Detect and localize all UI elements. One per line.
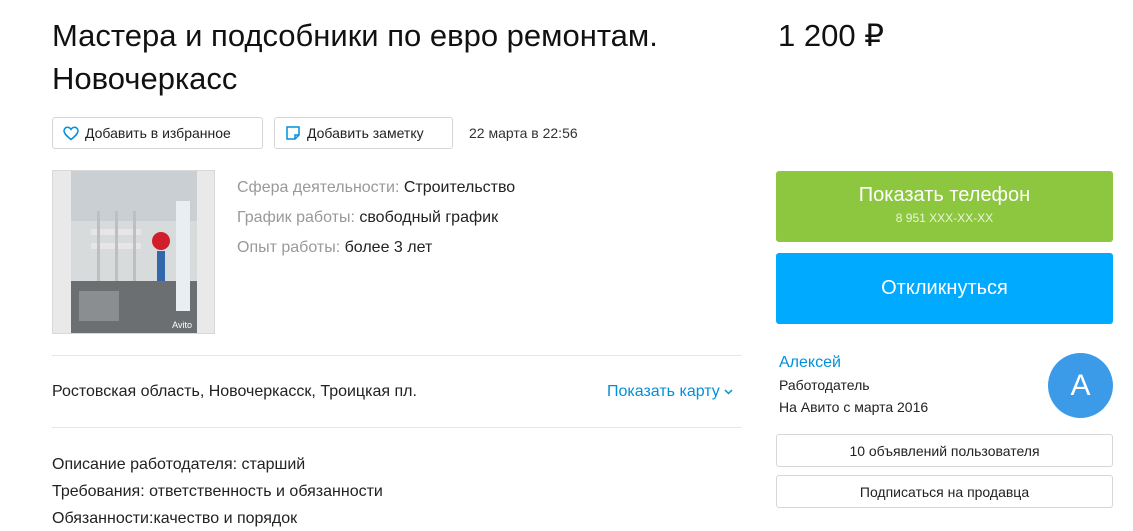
add-note-button[interactable]: Добавить заметку <box>274 117 453 149</box>
add-note-label: Добавить заметку <box>307 125 424 141</box>
attribute-row: Сфера деятельности: Строительство <box>237 173 515 203</box>
attribute-value: более 3 лет <box>344 239 433 256</box>
attribute-value: свободный график <box>359 209 499 226</box>
description-line: Требования: ответственность и обязанност… <box>52 483 383 500</box>
divider <box>52 427 742 428</box>
add-to-favorites-label: Добавить в избранное <box>85 125 231 141</box>
listing-address: Ростовская область, Новочеркасск, Троицк… <box>52 383 417 400</box>
show-phone-button[interactable]: Показать телефон 8 951 XXX-XX-XX <box>776 171 1113 242</box>
respond-button[interactable]: Откликнуться <box>776 253 1113 324</box>
show-map-link[interactable]: Показать карту <box>607 383 733 401</box>
seller-name-link[interactable]: Алексей <box>779 354 841 372</box>
chevron-down-icon <box>724 389 733 395</box>
masked-phone-number: 8 951 XXX-XX-XX <box>895 211 994 225</box>
divider <box>52 355 742 356</box>
description-line: Обязанности:качество и порядок <box>52 510 298 527</box>
show-phone-label: Показать телефон <box>858 184 1031 206</box>
subscribe-seller-button[interactable]: Подписаться на продавца <box>776 475 1113 508</box>
listing-photo[interactable]: Avito <box>52 170 215 334</box>
attribute-row: Опыт работы: более 3 лет <box>237 233 515 263</box>
photo-watermark: Avito <box>172 320 192 330</box>
seller-role: Работодатель <box>779 377 870 393</box>
add-to-favorites-button[interactable]: Добавить в избранное <box>52 117 263 149</box>
note-icon <box>286 126 300 140</box>
description-line: Описание работодателя: старший <box>52 456 306 473</box>
attribute-key: График работы: <box>237 209 355 226</box>
attribute-row: График работы: свободный график <box>237 203 515 233</box>
avatar[interactable]: А <box>1048 353 1113 418</box>
seller-ads-button[interactable]: 10 объявлений пользователя <box>776 434 1113 467</box>
attribute-key: Сфера деятельности: <box>237 179 400 196</box>
listing-description: Описание работодателя: старший Требовани… <box>52 451 383 531</box>
listing-date: 22 марта в 22:56 <box>469 125 578 141</box>
seller-since: На Авито с марта 2016 <box>779 399 929 415</box>
photo-image <box>71 171 197 333</box>
job-attributes: Сфера деятельности: Строительство График… <box>237 173 515 263</box>
listing-price: 1 200 ₽ <box>778 18 884 53</box>
heart-icon <box>63 126 79 140</box>
listing-title: Мастера и подсобники по евро ремонтам. Н… <box>52 18 658 96</box>
attribute-value: Строительство <box>403 179 516 196</box>
show-map-label: Показать карту <box>607 383 720 400</box>
attribute-key: Опыт работы: <box>237 239 341 256</box>
